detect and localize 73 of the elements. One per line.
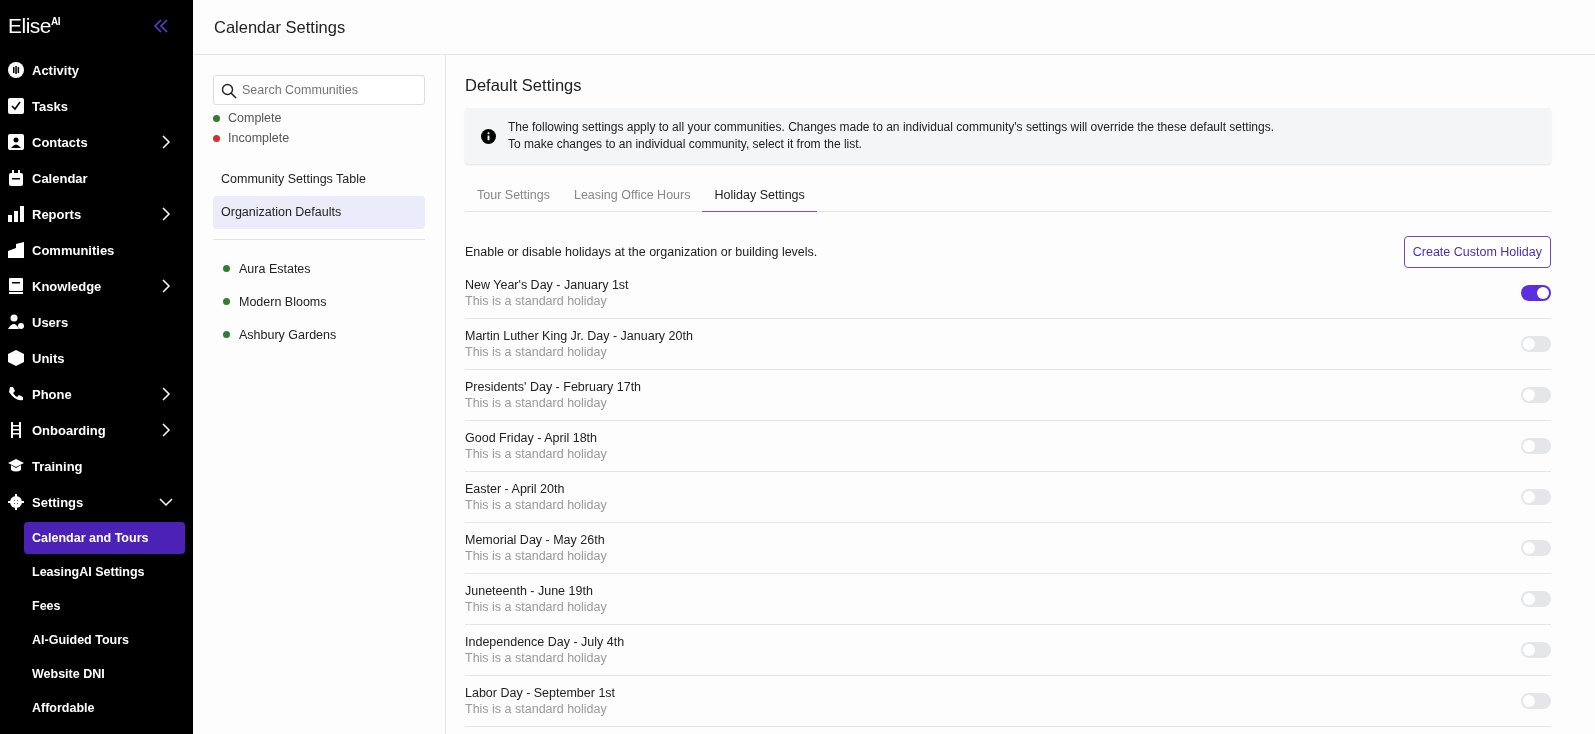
tab[interactable]: Holiday Settings <box>702 180 817 212</box>
nav-item[interactable]: Users <box>8 304 185 340</box>
toggle-switch[interactable] <box>1521 540 1551 556</box>
toggle-switch[interactable] <box>1521 693 1551 709</box>
nav-item[interactable]: Settings <box>8 484 185 520</box>
nav-item[interactable]: Reports <box>8 196 185 232</box>
legend-label: Incomplete <box>228 131 290 145</box>
view-item[interactable]: Community Settings Table <box>213 163 425 196</box>
create-custom-holiday-button[interactable]: Create Custom Holiday <box>1403 236 1551 268</box>
holiday-note: This is a standard holiday <box>465 447 607 461</box>
toggle-switch[interactable] <box>1521 285 1551 301</box>
tab[interactable]: Tour Settings <box>465 180 562 212</box>
holiday-name: New Year's Day - January 1st <box>465 278 629 292</box>
info-text: To make changes to an individual community, select it from the list. <box>508 136 863 153</box>
contacts-icon <box>8 134 24 150</box>
calendar-icon <box>8 170 24 186</box>
tasks-icon <box>8 98 24 114</box>
holiday-note: This is a standard holiday <box>465 549 607 563</box>
nav-subitem[interactable]: LeasingAI Settings <box>24 556 185 588</box>
training-icon <box>8 458 24 474</box>
toggle-switch[interactable] <box>1521 387 1551 403</box>
holiday-note: This is a standard holiday <box>465 396 608 410</box>
nav-item[interactable]: Training <box>8 448 185 484</box>
nav-subitem[interactable]: Affordable <box>24 692 185 724</box>
holiday-name: Memorial Day - May 26th <box>465 533 606 547</box>
toggle-switch[interactable] <box>1521 642 1551 658</box>
holiday-note: This is a standard holiday <box>465 498 607 512</box>
holiday-name: Independence Day - July 4th <box>465 635 625 649</box>
nav-subitem[interactable]: Fees <box>24 590 185 622</box>
nav-item[interactable]: Knowledge <box>8 268 185 304</box>
nav-item[interactable]: Tasks <box>8 88 185 124</box>
community-item[interactable]: Aura Estates <box>239 261 311 276</box>
toggle-switch[interactable] <box>1521 438 1551 454</box>
brand-logo: Elise$^{AI}$ <box>8 14 61 38</box>
nav-subitem[interactable]: Website DNI <box>24 658 185 690</box>
search-field[interactable]: Search Communities <box>213 75 425 105</box>
nav-item[interactable]: Phone <box>8 376 185 412</box>
holiday-note: This is a standard holiday <box>465 600 607 614</box>
collapse-icon[interactable] <box>153 18 169 34</box>
info-text: The following settings apply to all your communities. Changes made to an individual community's settings will override the these default settings. <box>508 119 1274 136</box>
reports-icon <box>8 206 24 222</box>
community-item[interactable]: Ashbury Gardens <box>239 327 337 342</box>
nav-item[interactable]: Units <box>8 340 185 376</box>
nav-item[interactable]: Onboarding <box>8 412 185 448</box>
legend-label: Complete <box>228 111 282 125</box>
nav-item[interactable]: Activity <box>8 52 185 88</box>
holiday-name: Presidents' Day - February 17th <box>465 380 642 394</box>
holiday-name: Martin Luther King Jr. Day - January 20th <box>465 329 693 343</box>
tab[interactable]: Leasing Office Hours <box>561 180 703 212</box>
nav-subitem[interactable]: Calendar and Tours <box>24 522 185 554</box>
phone-icon <box>8 386 24 402</box>
holiday-note: This is a standard holiday <box>465 651 608 665</box>
page-title: Calendar Settings <box>214 17 346 37</box>
holiday-name: Labor Day - September 1st <box>465 686 616 700</box>
section-title: Default Settings <box>465 76 583 95</box>
holiday-name: Good Friday - April 18th <box>465 431 598 445</box>
nav-item[interactable]: Contacts <box>8 124 185 160</box>
nav-item[interactable]: Calendar <box>8 160 185 196</box>
toggle-switch[interactable] <box>1521 591 1551 607</box>
nav-item[interactable]: Communities <box>8 232 185 268</box>
holiday-note: This is a standard holiday <box>465 294 608 308</box>
holiday-note: This is a standard holiday <box>465 345 608 359</box>
holiday-note: This is a standard holiday <box>465 702 608 716</box>
toggle-switch[interactable] <box>1521 489 1551 505</box>
community-item[interactable]: Modern Blooms <box>239 294 327 309</box>
holiday-name: Easter - April 20th <box>465 482 566 496</box>
info-icon <box>481 128 496 144</box>
view-item[interactable]: Organization Defaults <box>213 196 425 229</box>
holiday-name: Juneteenth - June 19th <box>465 584 594 598</box>
nav-subitem[interactable]: AI-Guided Tours <box>24 624 185 656</box>
description-text: Enable or disable holidays at the organization or building levels. <box>465 245 818 259</box>
users-icon <box>8 314 24 330</box>
toggle-switch[interactable] <box>1521 336 1551 352</box>
